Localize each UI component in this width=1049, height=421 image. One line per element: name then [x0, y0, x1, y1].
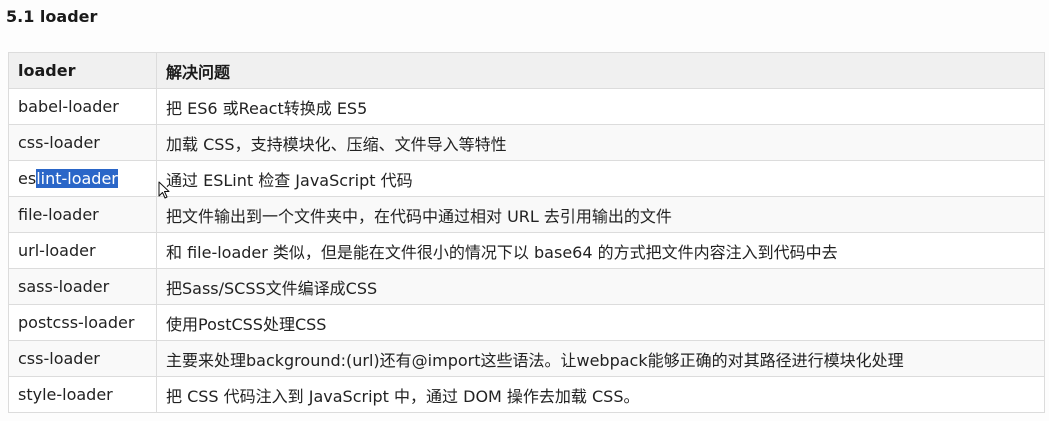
- unselected-text: es: [18, 169, 37, 188]
- table-row: css-loader 主要来处理background:(url)还有@impor…: [8, 340, 1045, 377]
- section-title: 5.1 loader: [6, 7, 98, 26]
- table-header-row: loader 解决问题: [8, 52, 1045, 89]
- loader-description-cell: 主要来处理background:(url)还有@import这些语法。让webp…: [156, 340, 1045, 377]
- table-row: babel-loader 把 ES6 或React转换成 ES5: [8, 88, 1045, 125]
- loader-name-cell: style-loader: [8, 376, 157, 413]
- loader-description-cell: 和 file-loader 类似，但是能在文件很小的情况下以 base64 的方…: [156, 232, 1045, 269]
- selected-text-highlight[interactable]: lint-loader: [36, 169, 118, 188]
- loader-name-cell: url-loader: [8, 232, 157, 269]
- table-row: postcss-loader 使用PostCSS处理CSS: [8, 304, 1045, 341]
- loader-description-cell: 使用PostCSS处理CSS: [156, 304, 1045, 341]
- loader-description-cell: 加载 CSS，支持模块化、压缩、文件导入等特性: [156, 124, 1045, 161]
- loader-name-cell: css-loader: [8, 124, 157, 161]
- loader-table: loader 解决问题 babel-loader 把 ES6 或React转换成…: [8, 52, 1045, 413]
- loader-name-cell: sass-loader: [8, 268, 157, 305]
- loader-description-cell: 把 CSS 代码注入到 JavaScript 中，通过 DOM 操作去加载 CS…: [156, 376, 1045, 413]
- loader-name-cell: css-loader: [8, 340, 157, 377]
- loader-description-cell: 通过 ESLint 检查 JavaScript 代码: [156, 160, 1045, 197]
- table-row: file-loader 把文件输出到一个文件夹中，在代码中通过相对 URL 去引…: [8, 196, 1045, 233]
- loader-description-cell: 把 ES6 或React转换成 ES5: [156, 88, 1045, 125]
- loader-name-cell: file-loader: [8, 196, 157, 233]
- loader-name-cell: babel-loader: [8, 88, 157, 125]
- table-row: sass-loader 把Sass/SCSS文件编译成CSS: [8, 268, 1045, 305]
- table-row: css-loader 加载 CSS，支持模块化、压缩、文件导入等特性: [8, 124, 1045, 161]
- mouse-pointer-icon: [158, 181, 170, 199]
- document-page: 5.1 loader loader 解决问题 babel-loader 把 ES…: [0, 0, 1049, 421]
- loader-description-cell: 把Sass/SCSS文件编译成CSS: [156, 268, 1045, 305]
- loader-name-cell: postcss-loader: [8, 304, 157, 341]
- table-row: url-loader 和 file-loader 类似，但是能在文件很小的情况下…: [8, 232, 1045, 269]
- loader-name-cell[interactable]: eslint-loader: [8, 160, 157, 197]
- table-row: style-loader 把 CSS 代码注入到 JavaScript 中，通过…: [8, 376, 1045, 413]
- column-header-problem: 解决问题: [156, 52, 1045, 89]
- column-header-loader: loader: [8, 52, 157, 89]
- loader-description-cell: 把文件输出到一个文件夹中，在代码中通过相对 URL 去引用输出的文件: [156, 196, 1045, 233]
